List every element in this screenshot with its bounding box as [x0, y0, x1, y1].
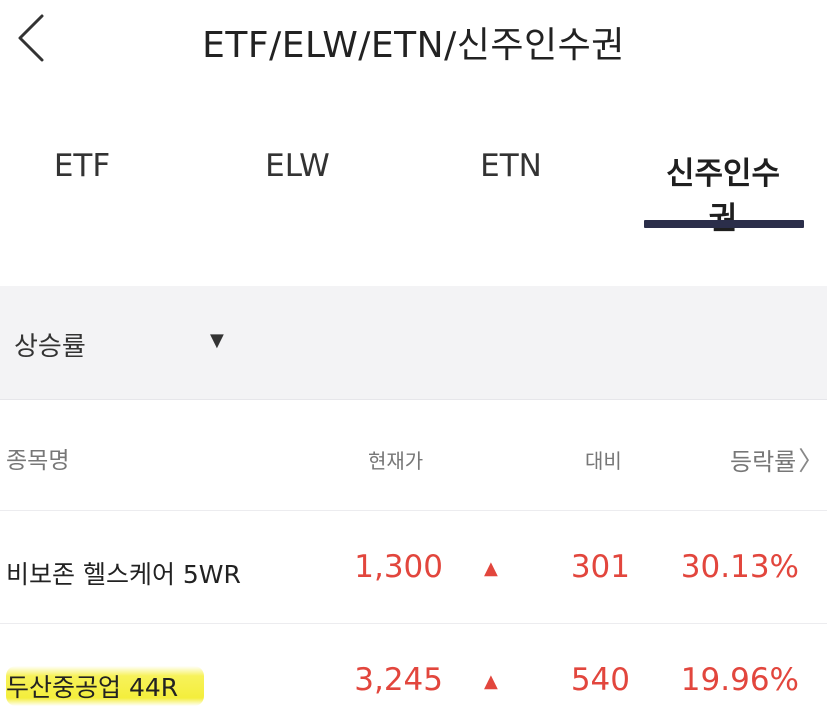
- filter-bar: 상승률 ▼: [0, 286, 827, 400]
- current-price: 3,245: [354, 662, 443, 698]
- current-price: 1,300: [354, 549, 443, 585]
- column-header-rate-label: 등락률: [730, 448, 797, 476]
- column-header-price: 현재가: [368, 449, 424, 473]
- tab-elw[interactable]: ELW: [265, 148, 330, 184]
- change-rate: 19.96%: [680, 662, 799, 698]
- chevron-right-icon: 〉: [798, 447, 825, 477]
- change-rate: 30.13%: [680, 549, 799, 585]
- column-header-rate[interactable]: 등락률〉: [730, 441, 824, 478]
- stock-name: 두산중공업 44R: [6, 666, 205, 706]
- up-arrow-icon: ▲: [484, 558, 498, 579]
- table-header: 종목명 현재가 대비 등락률〉: [0, 401, 827, 511]
- active-tab-indicator: [644, 220, 804, 228]
- caret-down-icon: ▼: [210, 330, 224, 351]
- top-bar: ETF/ELW/ETN/신주인수권: [0, 0, 827, 90]
- stock-name: 비보존 헬스케어 5WR: [6, 560, 241, 589]
- tab-bar: ETF ELW ETN 신주인수권: [0, 120, 827, 237]
- column-header-name: 종목명: [6, 448, 70, 474]
- page-title: ETF/ELW/ETN/신주인수권: [202, 25, 625, 66]
- sort-dropdown[interactable]: 상승률 ▼: [14, 320, 234, 364]
- tab-etf[interactable]: ETF: [52, 148, 112, 184]
- column-header-change: 대비: [585, 449, 622, 473]
- up-arrow-icon: ▲: [484, 671, 498, 692]
- price-change: 301: [570, 549, 630, 585]
- table-row[interactable]: 두산중공업 44R 3,245 ▲ 540 19.96%: [0, 624, 827, 726]
- tab-etn[interactable]: ETN: [480, 148, 542, 184]
- price-change: 540: [570, 662, 630, 698]
- table-row[interactable]: 비보존 헬스케어 5WR 1,300 ▲ 301 30.13%: [0, 511, 827, 624]
- sort-dropdown-label: 상승률: [14, 332, 86, 362]
